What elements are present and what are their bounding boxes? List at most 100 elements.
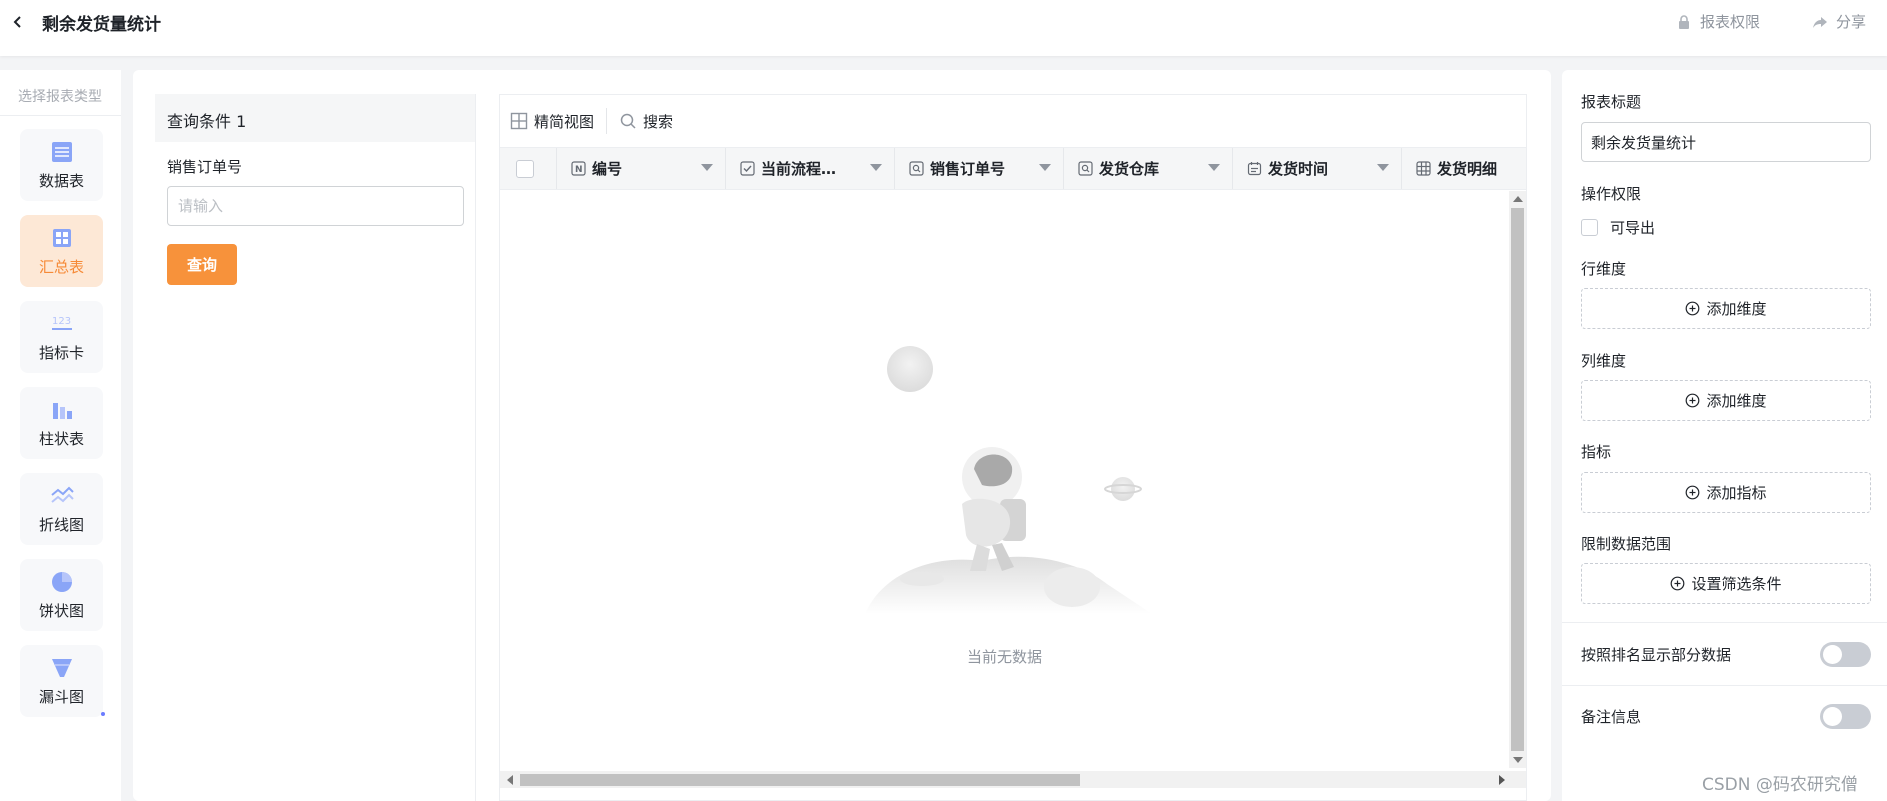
table-header: N 编号 当前流程… 销售订单号 发货仓库 发货时间 发货明细 [500,147,1526,190]
vertical-scrollbar[interactable] [1509,191,1526,768]
scroll-left-arrow-icon[interactable] [507,775,513,785]
indicator-dot [101,712,105,716]
type-item-funnel-chart[interactable]: 漏斗图 [20,645,103,717]
svg-text:N: N [575,165,583,175]
vertical-scroll-thumb[interactable] [1511,208,1524,751]
top-bar: 剩余发货量统计 报表权限 分享 [0,0,1887,56]
add-column-dimension-button[interactable]: 添加维度 [1581,380,1871,421]
caret-down-icon[interactable] [701,164,713,171]
divider [1562,685,1887,686]
table-icon [51,142,72,162]
calendar-icon [1247,162,1262,176]
report-title-input[interactable] [1581,122,1871,162]
lock-icon [1679,14,1689,29]
toggle-knob [1823,707,1842,726]
column-label: 发货明细 [1437,160,1498,178]
set-filter-label: 设置筛选条件 [1691,575,1782,593]
funnel-chart-icon [51,659,72,677]
chevron-left-icon [13,16,21,28]
type-item-label: 饼状图 [38,602,84,620]
caret-down-icon[interactable] [1208,164,1220,171]
add-row-dimension-label: 添加维度 [1706,300,1767,318]
horizontal-scroll-thumb[interactable] [520,774,1080,786]
type-item-table[interactable]: 数据表 [20,129,103,201]
line-chart-icon [50,486,74,503]
query-panel: 查询条件 1 销售订单号 查询 [155,94,476,801]
caret-down-icon[interactable] [870,164,882,171]
table-toolbar: 精简视图 搜索 [500,95,1526,147]
exportable-label: 可导出 [1610,219,1656,237]
column-header-ship-time[interactable]: 发货时间 [1232,148,1401,189]
scroll-up-arrow-icon[interactable] [1513,196,1523,202]
report-permission-button[interactable]: 报表权限 [1676,11,1760,32]
report-permission-label: 报表权限 [1700,13,1761,31]
share-icon [1813,16,1827,28]
rank-display-label: 按照排名显示部分数据 [1581,646,1732,664]
column-header-number[interactable]: N 编号 [556,148,725,189]
share-label: 分享 [1836,13,1867,31]
column-label: 编号 [592,160,623,178]
lookup-field-icon [909,161,924,176]
add-row-dimension-button[interactable]: 添加维度 [1581,288,1871,329]
data-range-label: 限制数据范围 [1581,535,1672,553]
type-item-metric-card[interactable]: 123 指标卡 [20,301,103,373]
lookup-field-icon [1078,161,1093,176]
type-item-label: 指标卡 [38,344,84,362]
operation-permission-label: 操作权限 [1581,185,1642,203]
caret-down-icon[interactable] [1377,164,1389,171]
type-item-label: 数据表 [38,172,84,190]
checkbox-box[interactable] [1581,219,1598,236]
compact-view-button[interactable]: 精简视图 [510,111,594,132]
share-button[interactable]: 分享 [1812,11,1866,32]
column-header-warehouse[interactable]: 发货仓库 [1063,148,1232,189]
column-header-sales-order[interactable]: 销售订单号 [894,148,1063,189]
note-info-label: 备注信息 [1581,708,1642,726]
query-button[interactable]: 查询 [167,244,237,285]
scroll-down-arrow-icon[interactable] [1513,757,1523,763]
horizontal-scrollbar[interactable] [500,771,1526,788]
sales-order-input[interactable] [167,186,464,226]
report-type-hint: 选择报表类型 [18,89,102,105]
column-header-flow-status[interactable]: 当前流程… [725,148,894,189]
column-label: 发货仓库 [1099,160,1160,178]
type-item-label: 柱状表 [38,430,84,448]
column-header-ship-detail[interactable]: 发货明细 [1401,148,1526,189]
divider [1562,622,1887,623]
row-dimension-label: 行维度 [1581,260,1627,278]
grid-view-icon [510,112,528,130]
caret-down-icon[interactable] [1039,164,1051,171]
scroll-right-arrow-icon[interactable] [1499,775,1505,785]
add-column-dimension-label: 添加维度 [1706,392,1767,410]
exportable-checkbox[interactable]: 可导出 [1581,217,1655,238]
plus-circle-icon [1671,576,1685,591]
rank-display-toggle[interactable] [1820,642,1871,667]
svg-text:123: 123 [52,316,71,327]
settings-panel: 报表标题 操作权限 可导出 行维度 添加维度 列维度 添加维度 指标 添加指标 … [1562,70,1887,801]
search-label: 搜索 [643,112,674,131]
type-item-bar-chart[interactable]: 柱状表 [20,387,103,459]
column-dimension-label: 列维度 [1581,352,1627,370]
column-label: 发货时间 [1268,160,1329,178]
set-filter-button[interactable]: 设置筛选条件 [1581,563,1871,604]
checkbox-field-icon [740,161,755,176]
bar-chart-icon [52,403,72,419]
pie-chart-icon [51,572,72,592]
type-item-line-chart[interactable]: 折线图 [20,473,103,545]
data-table: 精简视图 搜索 N 编号 当前流程… 销售订单号 发货仓库 发货时间 发货明细 … [499,94,1527,801]
report-type-panel: 选择报表类型 数据表 汇总表 123 指标卡 柱状表 折线图 饼状图 漏斗图 [0,70,121,801]
plus-circle-icon [1686,393,1700,408]
add-metric-button[interactable]: 添加指标 [1581,472,1871,513]
metric-card-icon: 123 [51,316,72,330]
query-condition-header: 查询条件 1 [155,94,475,142]
back-button[interactable] [6,10,30,34]
page-title: 剩余发货量统计 [42,15,161,35]
note-info-toggle[interactable] [1820,704,1871,729]
type-item-pivot[interactable]: 汇总表 [20,215,103,287]
plus-circle-icon [1686,301,1700,316]
subtable-icon [1416,161,1431,176]
divider [0,115,121,116]
metric-label: 指标 [1581,443,1612,461]
search-button[interactable]: 搜索 [619,111,673,132]
select-all-checkbox[interactable] [516,160,534,178]
type-item-pie-chart[interactable]: 饼状图 [20,559,103,631]
